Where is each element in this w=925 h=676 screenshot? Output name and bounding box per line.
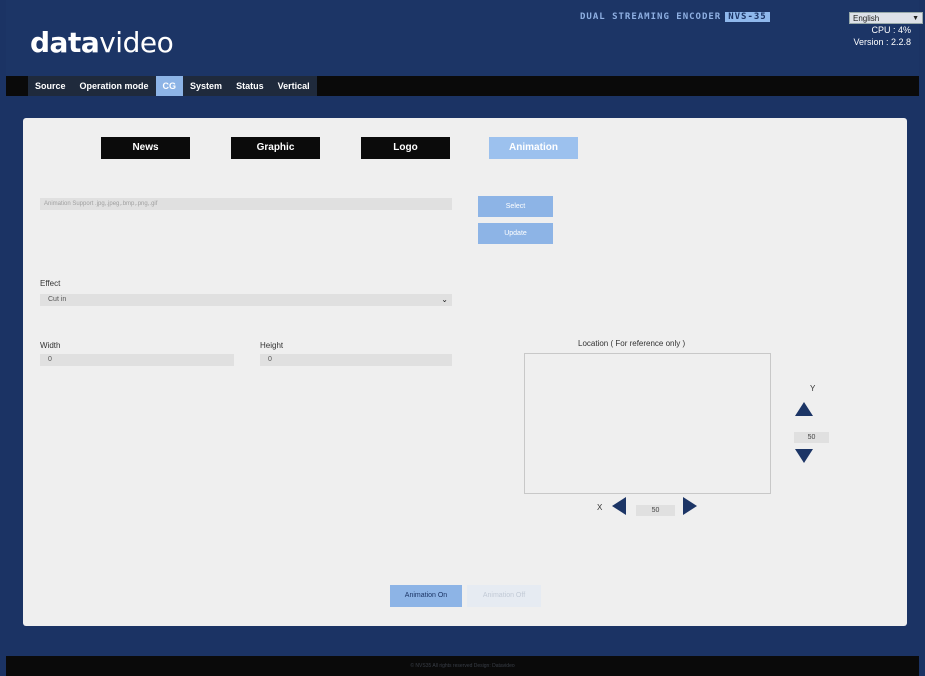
- animation-off-button[interactable]: Animation Off: [467, 585, 541, 607]
- x-right-arrow-icon[interactable]: [683, 497, 697, 515]
- y-up-arrow-icon[interactable]: [795, 402, 813, 416]
- chevron-down-icon: ⌄: [441, 295, 448, 304]
- header: datavideo DUAL STREAMING ENCODER NVS-35 E…: [6, 0, 923, 76]
- y-value-field[interactable]: 50: [794, 432, 829, 443]
- x-value-field[interactable]: 50: [636, 505, 675, 516]
- animation-on-button[interactable]: Animation On: [390, 585, 462, 607]
- x-axis-label: X: [597, 503, 603, 512]
- cpu-usage: CPU : 4%: [871, 25, 911, 35]
- tab-system[interactable]: System: [183, 76, 229, 96]
- main-nav: Source Operation mode CG System Status V…: [6, 76, 919, 96]
- graphic-button[interactable]: Graphic: [231, 137, 320, 159]
- update-button[interactable]: Update: [478, 223, 553, 244]
- tab-operation-mode[interactable]: Operation mode: [73, 76, 156, 96]
- logo-button[interactable]: Logo: [361, 137, 450, 159]
- language-select[interactable]: English ▼: [849, 12, 923, 24]
- animation-button[interactable]: Animation: [489, 137, 578, 159]
- effect-select[interactable]: Cut in ⌄: [40, 294, 452, 306]
- height-input[interactable]: 0: [260, 354, 452, 366]
- animation-file-input[interactable]: Animation Support .jpg,.jpeg,.bmp,.png,.…: [40, 198, 452, 210]
- width-input[interactable]: 0: [40, 354, 234, 366]
- datavideo-logo: datavideo: [30, 26, 174, 59]
- chevron-down-icon: ▼: [912, 15, 919, 22]
- height-label: Height: [260, 341, 284, 350]
- news-button[interactable]: News: [101, 137, 190, 159]
- model-badge: NVS-35: [725, 12, 770, 22]
- select-button[interactable]: Select: [478, 196, 553, 217]
- tab-source[interactable]: Source: [28, 76, 73, 96]
- y-down-arrow-icon[interactable]: [795, 449, 813, 463]
- tab-cg[interactable]: CG: [155, 76, 184, 96]
- device-title: DUAL STREAMING ENCODER NVS-35: [580, 12, 770, 22]
- tab-vertical[interactable]: Vertical: [271, 76, 317, 96]
- firmware-version: Version : 2.2.8: [853, 37, 911, 47]
- x-left-arrow-icon[interactable]: [612, 497, 626, 515]
- tab-status[interactable]: Status: [229, 76, 271, 96]
- cg-panel: News Graphic Logo Animation Animation Su…: [23, 118, 907, 626]
- location-preview-box: [524, 353, 771, 494]
- width-label: Width: [40, 341, 61, 350]
- location-title: Location ( For reference only ): [578, 339, 686, 348]
- y-axis-label: Y: [810, 384, 816, 393]
- footer-copyright: © NVS35 All rights reserved Design: Data…: [6, 656, 919, 676]
- effect-label: Effect: [40, 279, 61, 288]
